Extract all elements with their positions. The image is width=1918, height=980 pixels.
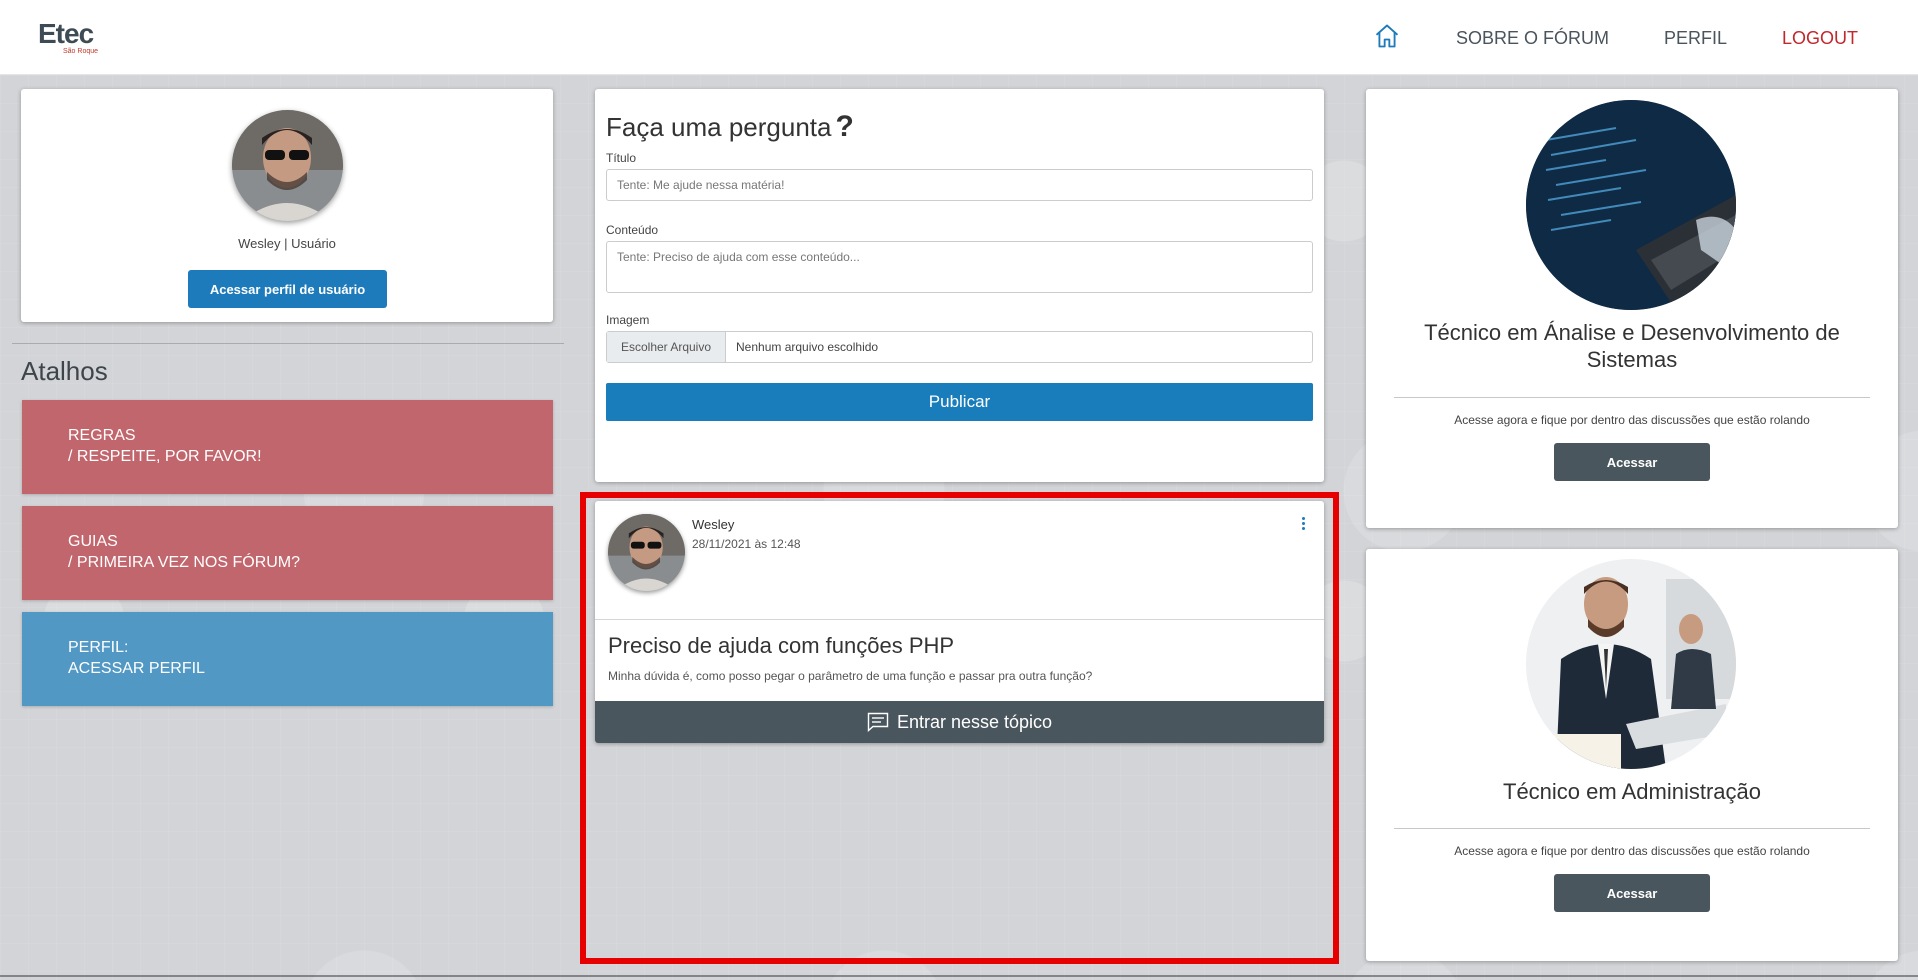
access-profile-button[interactable]: Acessar perfil de usuário [188,270,387,308]
ask-title: Faça uma pergunta? [606,110,854,144]
enter-topic-label: Entrar nesse tópico [896,711,1053,732]
more-options-icon[interactable] [1300,517,1306,533]
shortcut-perfil[interactable]: PERFIL: ACESSAR PERFIL [22,612,553,706]
shortcut-line2: / PRIMEIRA VEZ NOS FÓRUM? [68,554,301,571]
ask-title-text: Faça uma pergunta [606,112,832,142]
nav-perfil[interactable]: PERFIL [1664,28,1727,49]
top-navbar: Etec São Roque SOBRE O FÓRUM PERFIL LOGO… [0,0,1918,75]
post-body: Minha dúvida é, como posso pegar o parâm… [608,669,1093,683]
post-card: Wesley 28/11/2021 às 12:48 Preciso de aj… [595,501,1324,743]
comment-icon [867,712,889,732]
title-input[interactable] [606,169,1313,201]
nav-sobre-forum[interactable]: SOBRE O FÓRUM [1456,28,1609,49]
content-label: Conteúdo [606,223,659,237]
file-status: Nenhum arquivo escolhido [736,340,879,354]
access-course-button[interactable]: Acessar [1554,443,1710,481]
course-title: Técnico em Ánalise e Desenvolvimento de … [1424,320,1840,372]
user-avatar [232,110,343,221]
shortcut-line2: / RESPEITE, POR FAVOR! [68,448,262,465]
post-title: Preciso de ajuda com funções PHP [608,633,955,658]
image-label: Imagem [606,313,650,327]
course-card-admin: Técnico em Administração Acesse agora e … [1366,549,1898,961]
post-date: 28/11/2021 às 12:48 [692,537,801,551]
profile-name-role: Wesley | Usuário [238,236,336,251]
shortcuts-title: Atalhos [21,356,108,386]
course-image-laptop [1526,100,1736,310]
post-author: Wesley [692,517,735,532]
course-title: Técnico em Administração [1503,779,1761,804]
nav-logout[interactable]: LOGOUT [1782,28,1858,49]
shortcut-line2: ACESSAR PERFIL [68,660,205,677]
publish-button[interactable]: Publicar [606,383,1313,421]
logo-text: Etec [38,18,94,49]
enter-topic-button[interactable]: Entrar nesse tópico [595,701,1324,743]
file-input[interactable]: Escolher Arquivo Nenhum arquivo escolhid… [606,331,1313,363]
home-link[interactable] [1373,22,1401,55]
choose-file-button[interactable]: Escolher Arquivo [607,332,726,362]
question-mark-icon: ? [835,110,854,143]
post-author-avatar [608,514,685,591]
ask-question-card: Faça uma pergunta? Título Conteúdo Image… [595,89,1324,482]
divider [12,343,564,344]
course-image-office [1526,559,1736,769]
profile-card: Wesley | Usuário Acessar perfil de usuár… [21,89,553,322]
shortcut-guias[interactable]: GUIAS / PRIMEIRA VEZ NOS FÓRUM? [22,506,553,600]
course-divider [1394,397,1870,398]
post-divider [595,619,1324,620]
content-textarea[interactable] [606,241,1313,293]
course-card-ads: Técnico em Ánalise e Desenvolvimento de … [1366,89,1898,528]
bottom-edge [0,975,1918,977]
access-course-button[interactable]: Acessar [1554,874,1710,912]
shortcut-regras[interactable]: REGRAS / RESPEITE, POR FAVOR! [22,400,553,494]
logo-subtext: São Roque [63,48,99,55]
main-nav: SOBRE O FÓRUM PERFIL LOGOUT [1373,22,1858,55]
shortcut-line1: PERFIL: [68,639,129,656]
course-description: Acesse agora e fique por dentro das disc… [1454,413,1810,427]
etec-logo[interactable]: Etec São Roque [38,18,98,56]
home-icon [1375,24,1399,48]
course-description: Acesse agora e fique por dentro das disc… [1454,844,1810,858]
title-label: Título [606,151,637,165]
shortcut-line1: GUIAS [68,533,118,550]
course-divider [1394,828,1870,829]
shortcut-line1: REGRAS [68,427,136,444]
